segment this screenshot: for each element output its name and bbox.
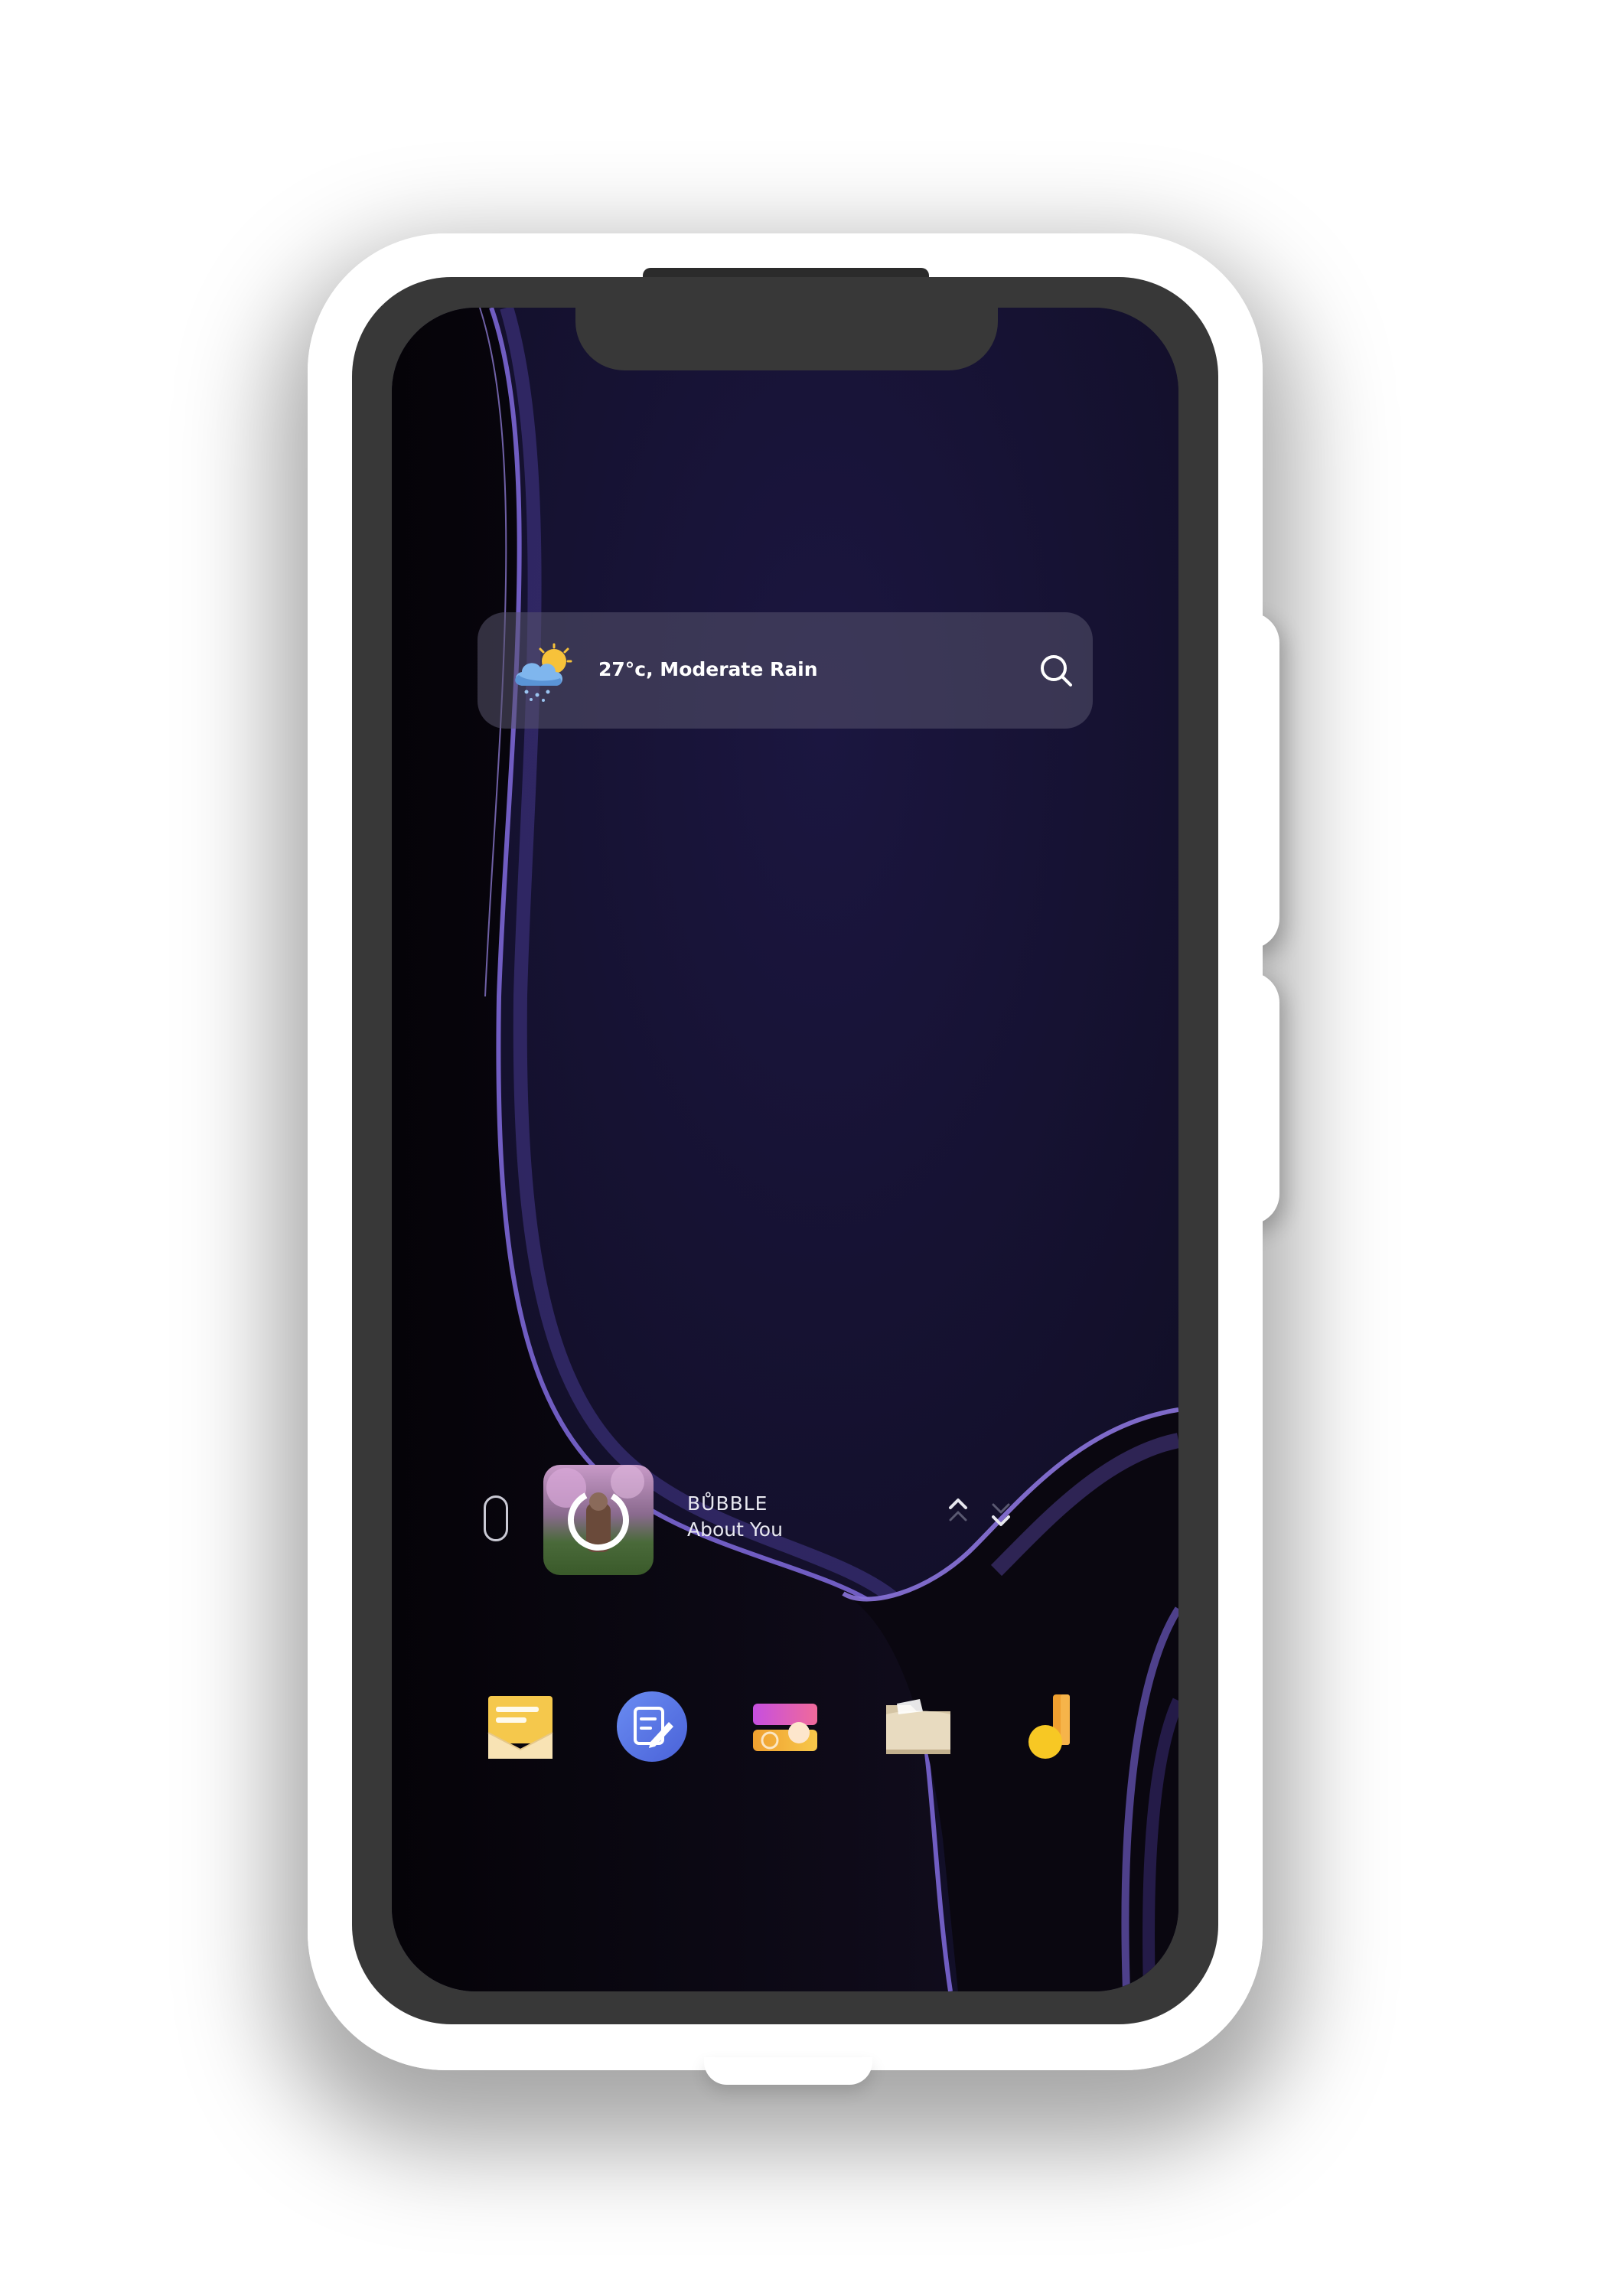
music-artist: BŮBBLE — [687, 1492, 768, 1515]
case-bottom-tab — [704, 2057, 872, 2085]
phone-screen: 27°c, Moderate Rain BŮBBLE About You — [392, 308, 1178, 1991]
messages-icon[interactable] — [482, 1688, 559, 1765]
widgets-app-icon[interactable] — [747, 1688, 823, 1765]
notes-icon[interactable] — [614, 1688, 690, 1765]
music-widget-toggle[interactable] — [484, 1495, 508, 1541]
weather-text: 27°c, Moderate Rain — [598, 658, 818, 680]
cloud-sun-rain-icon — [510, 641, 574, 703]
files-icon[interactable] — [880, 1688, 957, 1765]
camera-notch — [575, 308, 998, 370]
chevron-down-icon[interactable] — [987, 1495, 1015, 1529]
music-app-icon[interactable] — [1012, 1688, 1088, 1765]
album-art[interactable] — [543, 1465, 654, 1575]
search-icon[interactable] — [1038, 652, 1074, 689]
music-title: About You — [687, 1518, 783, 1541]
chevron-up-icon[interactable] — [944, 1495, 972, 1529]
search-weather-bar[interactable]: 27°c, Moderate Rain — [478, 612, 1093, 729]
